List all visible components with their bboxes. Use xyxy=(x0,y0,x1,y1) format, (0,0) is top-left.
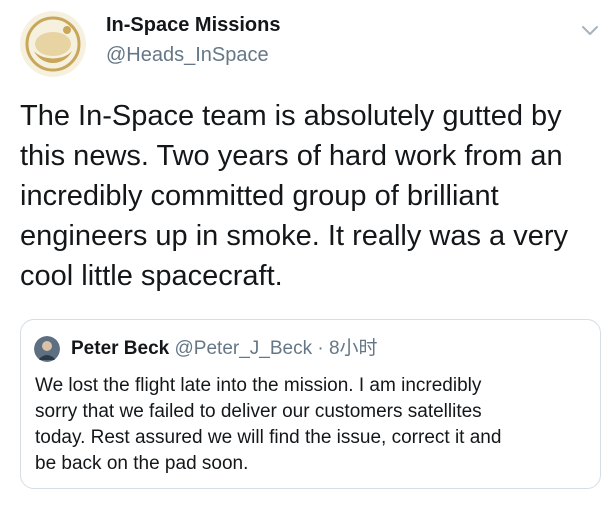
quoted-text-line: sorry that we failed to deliver our cust… xyxy=(35,401,482,422)
quoted-text-line: today. Rest assured we will find the iss… xyxy=(35,427,502,448)
quoted-separator: · xyxy=(317,338,324,359)
tweet-card: In-Space Missions @Heads_InSpace The In-… xyxy=(0,0,614,510)
quoted-author-name: Peter Beck xyxy=(71,338,170,359)
quoted-timestamp: 8小时 xyxy=(328,338,378,359)
quoted-header: Peter Beck @Peter_J_Beck · 8小时 xyxy=(71,337,378,361)
quoted-tweet[interactable]: Peter Beck @Peter_J_Beck · 8小时 We lost t… xyxy=(20,319,601,489)
person-avatar-icon xyxy=(34,336,60,362)
tweet-text-line: The In-Space team is absolutely gutted b… xyxy=(20,100,562,132)
tweet-text-line: incredibly committed group of brilliant xyxy=(20,180,499,212)
quoted-text: We lost the flight late into the mission… xyxy=(35,373,595,477)
tweet-text: The In-Space team is absolutely gutted b… xyxy=(20,96,610,296)
author-handle[interactable]: @Heads_InSpace xyxy=(106,44,269,67)
quoted-author-handle: @Peter_J_Beck xyxy=(174,338,313,359)
tweet-text-line: this news. Two years of hard work from a… xyxy=(20,140,563,172)
chevron-down-icon[interactable] xyxy=(580,24,600,38)
tweet-text-line: engineers up in smoke. It really was a v… xyxy=(20,220,569,252)
quoted-text-line: be back on the pad soon. xyxy=(35,453,249,474)
quoted-text-line: We lost the flight late into the mission… xyxy=(35,375,482,396)
quoted-author-avatar xyxy=(34,336,60,362)
in-space-logo-icon xyxy=(20,11,86,77)
author-name[interactable]: In-Space Missions xyxy=(106,14,281,37)
author-avatar[interactable] xyxy=(20,11,86,77)
tweet-text-line: cool little spacecraft. xyxy=(20,260,283,292)
